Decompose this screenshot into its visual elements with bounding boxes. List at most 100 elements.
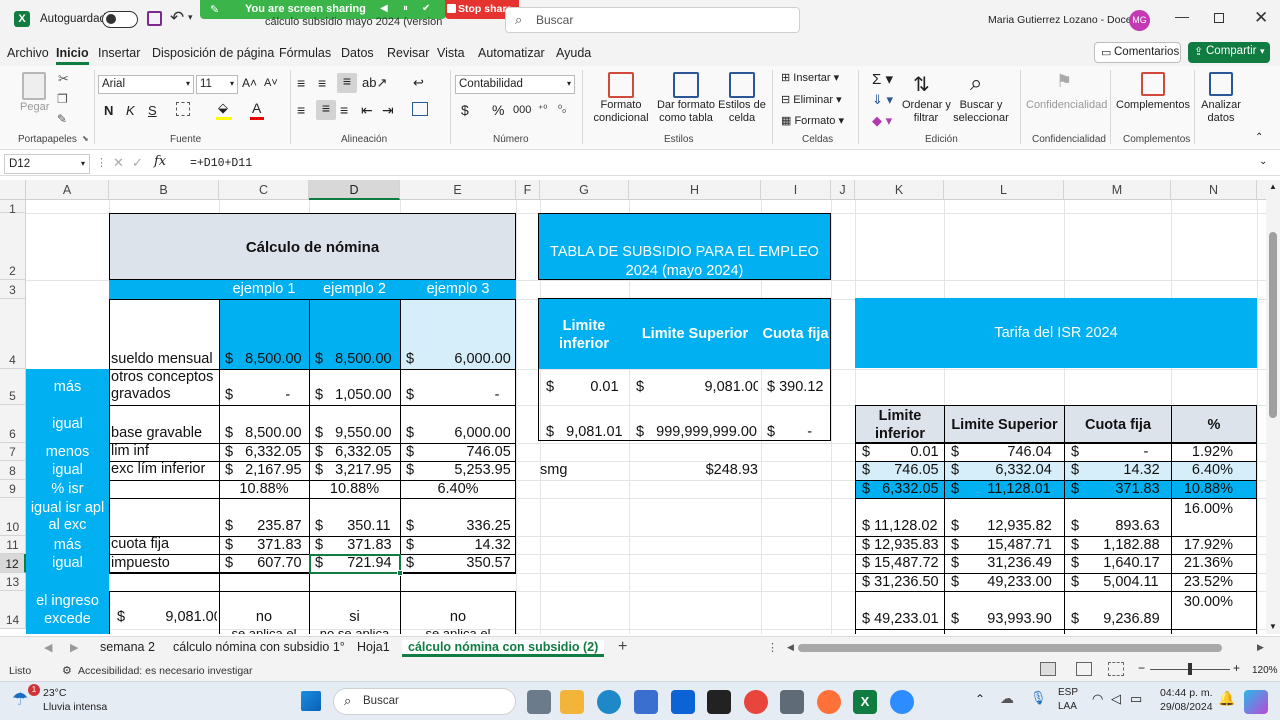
isr-pct[interactable]: 30.00% xyxy=(1172,591,1257,629)
nomina-value-c[interactable]: $ 235.87 xyxy=(225,498,303,536)
check-icon[interactable]: ✔ xyxy=(422,3,430,14)
isr-pct[interactable]: 23.52% xyxy=(1172,573,1257,591)
expand-formula-icon[interactable]: ⌄ xyxy=(1259,156,1267,167)
isr-pct[interactable]: 17.92% xyxy=(1172,536,1257,554)
edge-icon[interactable] xyxy=(597,690,621,714)
nomina-value-d[interactable]: $ 6,332.05 xyxy=(315,443,394,461)
clock-time[interactable]: 04:44 p. m. xyxy=(1160,687,1213,699)
dialog-launcher-icon[interactable]: ⬊ xyxy=(82,134,89,143)
isr-title[interactable]: Tarifa del ISR 2024 xyxy=(855,298,1257,368)
nomina-value-d[interactable]: $ 350.11 xyxy=(315,498,394,536)
chrome-icon[interactable] xyxy=(744,690,768,714)
isr-inf[interactable]: $ 6,332.05 xyxy=(856,480,944,498)
paste-icon[interactable] xyxy=(22,72,46,100)
currency-icon[interactable]: $ xyxy=(461,102,469,118)
isr-cuota[interactable]: $ 5,004.11 xyxy=(1065,573,1171,591)
font-name-select[interactable]: Arial ▾ xyxy=(98,75,194,94)
menu-insertar[interactable]: Insertar xyxy=(98,46,140,60)
isr-pct[interactable]: 6.40% xyxy=(1172,461,1257,480)
isr-inf[interactable]: $ 15,487.72 xyxy=(856,554,944,573)
subsidio-title[interactable]: TABLA DE SUBSIDIO PARA EL EMPLEO 2024 (m… xyxy=(538,213,831,280)
format-painter-icon[interactable]: ✎ xyxy=(57,112,67,126)
row-header-7[interactable]: 7 xyxy=(0,443,26,461)
analyze-data-label[interactable]: Analizar datos xyxy=(1198,99,1244,125)
nomina-value-c[interactable]: $ 371.83 xyxy=(225,536,303,554)
copy-icon[interactable]: ❐ xyxy=(57,92,68,106)
row-header-14[interactable]: 14 xyxy=(0,591,26,629)
menu-inicio[interactable]: Inicio xyxy=(56,46,89,65)
isr-header-inf[interactable]: Limite inferior xyxy=(855,405,945,443)
autosum-icon[interactable]: Σ ▾ xyxy=(872,70,893,88)
nomina-value-e[interactable]: $ 14.32 xyxy=(406,536,510,554)
nomina-concept[interactable]: base gravable xyxy=(111,405,219,443)
tab-options-icon[interactable]: ⋮ xyxy=(767,641,778,654)
nomina-value-d[interactable]: $ 9,550.00 xyxy=(315,405,394,443)
nomina-row-label[interactable]: igual xyxy=(26,461,109,480)
isr-cuota[interactable]: $ 893.63 xyxy=(1065,498,1171,536)
menu-ayuda[interactable]: Ayuda xyxy=(556,46,591,60)
tab-hoja1[interactable]: Hoja1 xyxy=(357,640,390,654)
nomina-value-c[interactable]: 10.88% xyxy=(225,480,303,498)
nomina-value-e[interactable]: $ - xyxy=(406,369,510,405)
subsidio-header-inf[interactable]: Limite inferior xyxy=(539,299,629,369)
nomina-concept[interactable]: lim inf xyxy=(111,443,219,461)
column-header-d[interactable]: D xyxy=(309,180,400,200)
scroll-down-icon[interactable]: ▼ xyxy=(1269,622,1277,631)
menu-revisar[interactable]: Revisar xyxy=(387,46,429,60)
isr-pct[interactable]: 10.88% xyxy=(1172,480,1257,498)
zoom-in-icon[interactable]: + xyxy=(1233,661,1240,675)
font-color-icon[interactable]: A xyxy=(252,100,261,116)
column-header-overflow[interactable] xyxy=(1257,180,1266,200)
cancel-icon[interactable]: ✕ xyxy=(113,155,124,171)
scroll-thumb[interactable] xyxy=(1269,232,1277,418)
confidentiality-icon[interactable]: ⚑ xyxy=(1056,71,1072,92)
isr-cuota[interactable]: $ 1,182.88 xyxy=(1065,536,1171,554)
subsidio-header-sup[interactable]: Limite Superior xyxy=(629,299,761,369)
isr-inf[interactable]: $ 11,128.02 xyxy=(856,498,944,536)
align-top-icon[interactable]: ≡ xyxy=(297,75,305,91)
underline-icon[interactable]: S xyxy=(148,103,157,118)
isr-inf[interactable]: $ 746.05 xyxy=(856,461,944,480)
nomina-row13-a[interactable] xyxy=(26,573,109,591)
isr-inf[interactable]: $ 49,233.01 xyxy=(856,591,944,629)
find-select-icon[interactable]: ⌕ xyxy=(970,70,982,96)
column-header-e[interactable]: E xyxy=(400,180,516,200)
nomina-value-e[interactable]: $ 6,000.00 xyxy=(406,405,510,443)
partial-row15-1[interactable]: no se aplica xyxy=(309,629,400,634)
nomina-header-blank[interactable] xyxy=(109,280,219,299)
isr-inf[interactable]: $ 12,935.83 xyxy=(856,536,944,554)
save-icon[interactable] xyxy=(147,11,162,26)
formula-input[interactable]: =+D10+D11 xyxy=(190,157,252,170)
smg-value[interactable]: $248.93 xyxy=(630,461,760,480)
accessibility-status[interactable]: Accesibilidad: es necesario investigar xyxy=(78,665,253,677)
menu-automatizar[interactable]: Automatizar xyxy=(478,46,545,60)
zoom-level[interactable]: 120% xyxy=(1252,665,1278,676)
orientation-icon[interactable]: ab↗ xyxy=(362,75,387,91)
font-size-select[interactable]: 11 ▾ xyxy=(196,75,238,94)
confidentiality-label[interactable]: Confidencialidad xyxy=(1026,99,1107,112)
fill-color-icon[interactable]: ⬙ xyxy=(218,100,228,116)
page-layout-icon[interactable] xyxy=(1076,662,1092,676)
isr-cuota[interactable]: $ 1,640.17 xyxy=(1065,554,1171,573)
align-bottom-icon[interactable]: ≡ xyxy=(337,73,357,93)
nomina-value-c[interactable]: $ 607.70 xyxy=(225,554,303,573)
insert-cells-button[interactable]: ⊞ Insertar ▾ xyxy=(781,71,839,84)
isr-header-pct[interactable]: % xyxy=(1171,405,1257,443)
column-header-m[interactable]: M xyxy=(1064,180,1171,200)
row-header-10[interactable]: 10 xyxy=(0,498,26,536)
active-cell-d12[interactable] xyxy=(309,554,401,574)
lang-1[interactable]: ESP xyxy=(1058,687,1078,698)
dropbox-icon[interactable] xyxy=(671,690,695,714)
nomina-value-d[interactable]: $ 3,217.95 xyxy=(315,461,394,480)
shrink-font-icon[interactable]: A˅ xyxy=(264,77,278,89)
partial-row15-2[interactable]: se aplica el xyxy=(400,629,516,634)
subsidio-cuota[interactable]: $ 390.12 xyxy=(767,369,831,405)
pin-icon[interactable]: ✎ xyxy=(210,3,219,16)
zoom-out-icon[interactable]: − xyxy=(1138,661,1145,675)
task-view-icon[interactable] xyxy=(527,690,551,714)
row-header-9[interactable]: 9 xyxy=(0,480,26,498)
nomina-value-c[interactable]: $ 8,500.00 xyxy=(225,405,303,443)
nomina-value-e[interactable]: $ 746.05 xyxy=(406,443,510,461)
windows-start-icon[interactable] xyxy=(301,691,321,711)
menu-archivo[interactable]: Archivo xyxy=(7,46,49,60)
